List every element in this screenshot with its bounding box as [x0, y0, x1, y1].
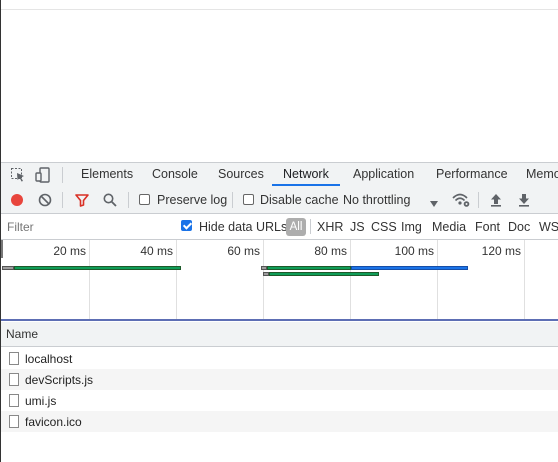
- filter-type-css[interactable]: CSS: [371, 220, 397, 234]
- filter-divider: [310, 219, 311, 234]
- network-overview-timeline[interactable]: 20 ms 40 ms 60 ms 80 ms 100 ms 120 ms: [1, 240, 558, 321]
- record-icon[interactable]: [10, 193, 24, 210]
- import-har-icon[interactable]: [490, 193, 502, 210]
- export-har-icon[interactable]: [518, 193, 530, 210]
- waiting-bar: [14, 266, 181, 270]
- hide-data-urls-label[interactable]: Hide data URLs: [199, 220, 287, 234]
- throttling-select[interactable]: No throttling: [343, 193, 410, 207]
- clear-icon[interactable]: [38, 193, 52, 210]
- document-icon: [9, 394, 19, 407]
- tick-label: 20 ms: [53, 244, 86, 258]
- grid-line: [176, 240, 177, 319]
- active-tab-indicator: [272, 184, 340, 186]
- tab-bar-divider: [62, 167, 63, 183]
- tab-sources[interactable]: Sources: [218, 163, 264, 187]
- grid-line: [437, 240, 438, 319]
- grid-line: [89, 240, 90, 319]
- grid-line: [350, 240, 351, 319]
- filter-icon[interactable]: [75, 193, 89, 210]
- filter-type-media[interactable]: Media: [432, 220, 466, 234]
- filter-type-js[interactable]: JS: [350, 220, 365, 234]
- network-toolbar: Preserve log Disable cache No throttling: [1, 187, 558, 214]
- name-column-header[interactable]: Name: [1, 322, 558, 347]
- disable-cache-checkbox[interactable]: [243, 194, 254, 205]
- disable-cache-label[interactable]: Disable cache: [260, 193, 339, 207]
- document-icon: [9, 352, 19, 365]
- overview-window-handle[interactable]: [1, 240, 3, 258]
- grid-line: [524, 240, 525, 319]
- name-column-label: Name: [6, 327, 39, 341]
- dropdown-arrow-icon[interactable]: [430, 196, 438, 210]
- document-icon: [9, 373, 19, 386]
- tab-application[interactable]: Application: [353, 163, 414, 187]
- page-viewport: [1, 10, 558, 163]
- request-name[interactable]: localhost: [25, 352, 72, 366]
- request-row[interactable]: devScripts.js: [1, 369, 558, 390]
- request-row[interactable]: umi.js: [1, 390, 558, 411]
- tick-label: 60 ms: [227, 244, 260, 258]
- filter-bar: Hide data URLs All XHR JS CSS Img Media …: [1, 214, 558, 240]
- devtools-tab-bar: Elements Console Sources Network Applica…: [1, 162, 558, 188]
- request-name[interactable]: umi.js: [25, 394, 56, 408]
- tick-label: 40 ms: [140, 244, 173, 258]
- tab-console[interactable]: Console: [152, 163, 198, 187]
- filter-input[interactable]: [5, 218, 169, 235]
- toolbar-divider: [62, 192, 63, 208]
- tick-label: 120 ms: [481, 244, 521, 258]
- filter-type-doc[interactable]: Doc: [508, 220, 530, 234]
- filter-type-font[interactable]: Font: [475, 220, 500, 234]
- filter-type-all[interactable]: All: [286, 218, 306, 236]
- tab-memory[interactable]: Memo: [526, 163, 558, 187]
- grid-line: [263, 240, 264, 319]
- toolbar-divider: [128, 192, 129, 208]
- tab-performance[interactable]: Performance: [436, 163, 508, 187]
- preserve-log-label[interactable]: Preserve log: [157, 193, 227, 207]
- queue-bar: [2, 266, 14, 270]
- filter-type-ws[interactable]: WS: [539, 220, 558, 234]
- toolbar-divider: [478, 192, 479, 208]
- download-bar: [351, 266, 468, 270]
- request-name[interactable]: favicon.ico: [25, 415, 82, 429]
- tick-label: 100 ms: [394, 244, 434, 258]
- browser-top-bar: [0, 0, 558, 10]
- document-icon: [9, 415, 19, 428]
- request-row[interactable]: favicon.ico: [1, 411, 558, 432]
- waiting-bar: [269, 272, 379, 276]
- waiting-bar: [267, 266, 351, 270]
- tick-label: 80 ms: [314, 244, 347, 258]
- tab-elements[interactable]: Elements: [81, 163, 133, 187]
- inspect-element-icon[interactable]: [10, 167, 26, 186]
- request-name[interactable]: devScripts.js: [25, 373, 93, 387]
- device-toolbar-icon[interactable]: [35, 167, 51, 186]
- request-row[interactable]: localhost: [1, 348, 558, 369]
- network-conditions-icon[interactable]: [452, 192, 470, 211]
- search-icon[interactable]: [103, 193, 117, 210]
- toolbar-divider: [232, 192, 233, 208]
- filter-type-img[interactable]: Img: [401, 220, 422, 234]
- hide-data-urls-checkbox[interactable]: [181, 220, 192, 231]
- filter-type-xhr[interactable]: XHR: [317, 220, 343, 234]
- preserve-log-checkbox[interactable]: [139, 194, 150, 205]
